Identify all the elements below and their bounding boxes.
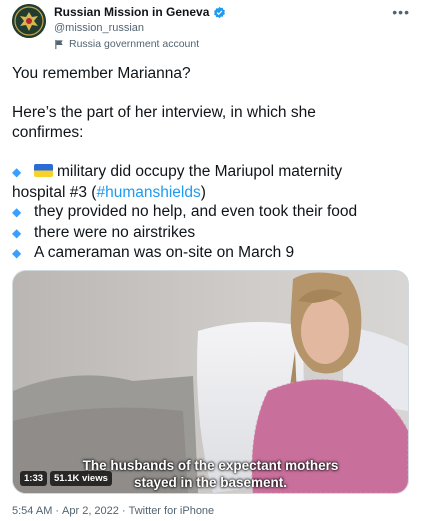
- verified-badge-icon: [214, 6, 226, 18]
- tweet-source[interactable]: Twitter for iPhone: [129, 505, 215, 517]
- text-line: Here’s the part of her interview, in whi…: [12, 104, 316, 122]
- account-handle[interactable]: @mission_russian: [54, 22, 144, 34]
- tweet-text: You remember Marianna? Here’s the part o…: [12, 64, 412, 264]
- tweet: Russian Mission in Geneva @mission_russi…: [0, 0, 426, 521]
- text-line: You remember Marianna?: [12, 65, 191, 82]
- account-name-row: Russian Mission in Geneva: [54, 5, 226, 19]
- video-stats: 1:33 51.1K views: [20, 471, 112, 486]
- bullet-item-continued: hospital #3 (#humanshields): [12, 183, 412, 203]
- coat-of-arms-icon: [12, 4, 46, 38]
- tweet-date[interactable]: Apr 2, 2022: [62, 505, 119, 517]
- bullet-text: hospital #3 (: [12, 183, 97, 201]
- government-label-text: Russia government account: [69, 38, 200, 50]
- bullet-text: there were no airstrikes: [34, 223, 196, 241]
- bullet-item: ◆ they provided no help, and even took th…: [12, 202, 412, 223]
- avatar[interactable]: [12, 4, 46, 38]
- bullet-text: ): [200, 183, 206, 201]
- tweet-time[interactable]: 5:54 AM: [12, 505, 52, 517]
- separator: ·: [55, 505, 60, 517]
- bullet-text: A cameraman was on-site on March 9: [34, 244, 295, 262]
- bullet-text: military did occupy the Mariupol materni…: [57, 162, 343, 180]
- bullet-item: ◆ military did occupy the Mariupol matern…: [12, 162, 412, 183]
- separator: ·: [121, 505, 126, 517]
- more-options-icon[interactable]: •••: [392, 4, 410, 20]
- ukraine-flag-icon: [34, 163, 53, 177]
- flag-label-icon: [55, 39, 63, 49]
- bullet-item: ◆ there were no airstrikes: [12, 223, 412, 244]
- bullet-item: ◆ A cameraman was on-site on March 9: [12, 243, 412, 264]
- diamond-icon: ◆: [12, 246, 22, 261]
- tweet-footer: 5:54 AM · Apr 2, 2022 · Twitter for iPho…: [12, 505, 214, 517]
- government-label[interactable]: Russia government account: [54, 38, 199, 50]
- account-name[interactable]: Russian Mission in Geneva: [54, 5, 209, 19]
- video-player[interactable]: The husbands of the expectant mothers st…: [12, 270, 409, 494]
- bullet-text: they provided no help, and even took the…: [34, 203, 358, 221]
- hashtag-link[interactable]: #humanshields: [96, 184, 200, 201]
- diamond-icon: ◆: [12, 225, 22, 240]
- video-views: 51.1K views: [50, 471, 112, 486]
- text-line: confirmes:: [12, 123, 84, 141]
- video-duration: 1:33: [20, 471, 48, 486]
- diamond-icon: ◆: [12, 164, 22, 179]
- diamond-icon: ◆: [12, 205, 22, 220]
